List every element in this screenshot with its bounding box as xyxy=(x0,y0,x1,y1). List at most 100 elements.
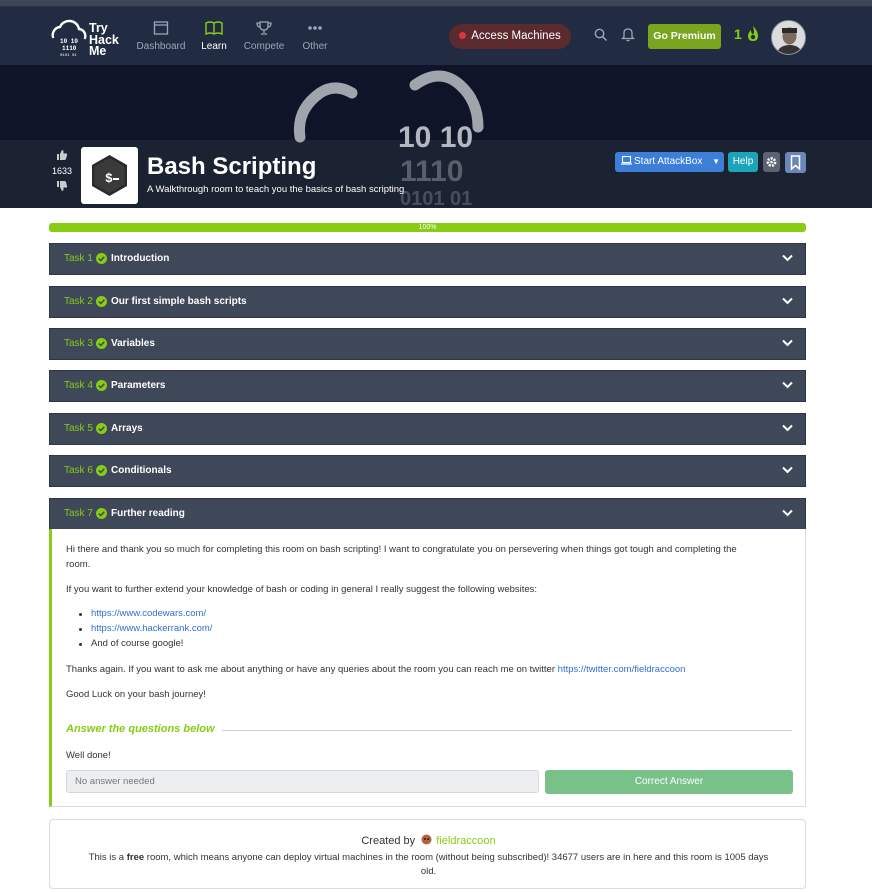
more-icon xyxy=(308,26,322,30)
list-item-google: And of course google! xyxy=(91,638,184,649)
chevron-down-icon[interactable] xyxy=(782,381,793,389)
banner-digits-2: 1110 xyxy=(400,155,463,188)
list-bullet xyxy=(79,613,82,616)
nav-compete[interactable]: Compete xyxy=(243,19,285,52)
task-title: Our first simple bash scripts xyxy=(111,296,247,307)
list-item-codewars: https://www.codewars.com/ xyxy=(91,608,206,619)
task-header-5[interactable]: Task 5 Arrays xyxy=(49,413,806,445)
settings-button[interactable] xyxy=(763,152,780,172)
start-attackbox-button[interactable]: Start AttackBox ▼ xyxy=(615,152,724,172)
logo-word-me: Me xyxy=(89,44,107,58)
task-header-4[interactable]: Task 4 Parameters xyxy=(49,370,806,402)
avatar-icon xyxy=(772,21,805,54)
svg-text:$: $ xyxy=(105,171,113,186)
user-avatar[interactable] xyxy=(771,20,806,55)
book-icon xyxy=(205,21,223,36)
task-header-6[interactable]: Task 6 Conditionals xyxy=(49,455,806,487)
task-7-paragraph-3: Thanks again. If you want to ask me abou… xyxy=(66,662,685,677)
paragraph-1-line-2: room. xyxy=(66,559,91,570)
task-header-1[interactable]: Task 1 Introduction xyxy=(49,243,806,275)
room-progress-bar: 100% xyxy=(49,223,806,232)
codewars-link[interactable]: https://www.codewars.com/ xyxy=(91,608,206,619)
go-premium-button[interactable]: Go Premium xyxy=(648,24,721,49)
check-circle-icon xyxy=(96,465,107,476)
chevron-down-icon[interactable] xyxy=(782,509,793,517)
chevron-down-icon[interactable] xyxy=(782,466,793,474)
room-banner: 10 10 1110 0101 01 1633 $ Bash Scripting… xyxy=(0,65,872,208)
free-info-post: room, which means anyone can deploy virt… xyxy=(144,852,769,863)
task-number: Task 6 xyxy=(64,465,93,476)
task-title: Further reading xyxy=(111,508,185,519)
room-icon: $ xyxy=(81,147,138,204)
bookmark-icon xyxy=(790,155,801,171)
check-circle-icon xyxy=(96,508,107,519)
author-link[interactable]: fieldraccoon xyxy=(436,835,495,847)
twitter-link[interactable]: https://twitter.com/fieldraccoon xyxy=(558,664,686,675)
room-info-card: Created by fieldraccoon This is a free r… xyxy=(49,819,806,889)
thumbs-up-icon[interactable] xyxy=(56,149,68,161)
task-number: Task 7 xyxy=(64,508,93,519)
logo-digits-2: 1110 xyxy=(62,45,77,52)
chevron-down-icon[interactable] xyxy=(782,424,793,432)
progress-fill: 100% xyxy=(49,223,806,232)
task-header-7[interactable]: Task 7 Further reading xyxy=(49,498,806,530)
task-title: Introduction xyxy=(111,253,170,264)
banner-digits-1: 10 10 xyxy=(398,121,473,154)
vote-panel: 1633 xyxy=(52,149,72,194)
top-navbar: 10 10 1110 0101 01 Try Hack Me Dashboard… xyxy=(0,7,872,65)
dashboard-icon xyxy=(153,21,169,35)
access-machines-label: Access Machines xyxy=(471,30,561,42)
room-title: Bash Scripting xyxy=(147,153,317,180)
nav-other-label: Other xyxy=(302,41,328,52)
logo-digits-1: 10 10 xyxy=(60,38,78,45)
chevron-down-icon[interactable] xyxy=(782,339,793,347)
task-header-2[interactable]: Task 2 Our first simple bash scripts xyxy=(49,286,806,318)
task-header-3[interactable]: Task 3 Variables xyxy=(49,328,806,360)
help-button[interactable]: Help xyxy=(728,152,758,172)
divider xyxy=(222,730,792,731)
bookmark-button[interactable] xyxy=(785,152,806,173)
task-number: Task 5 xyxy=(64,423,93,434)
logo-digits-3: 0101 01 xyxy=(60,54,77,58)
room-free-info: This is a free room, which means anyone … xyxy=(65,851,792,879)
nav-other[interactable]: Other xyxy=(300,19,330,52)
list-bullet xyxy=(79,643,82,646)
thumbs-down-icon[interactable] xyxy=(56,180,68,192)
tryhackme-logo[interactable]: 10 10 1110 0101 01 Try Hack Me xyxy=(47,15,127,61)
caret-down-icon[interactable]: ▼ xyxy=(712,152,720,172)
task-title: Conditionals xyxy=(111,465,172,476)
logo-wordmark: Try Hack Me xyxy=(89,22,119,58)
task-number: Task 1 xyxy=(64,253,93,264)
chevron-down-icon[interactable] xyxy=(782,254,793,262)
list-bullet xyxy=(79,628,82,631)
start-attackbox-label: Start AttackBox xyxy=(634,156,703,167)
nav-compete-label: Compete xyxy=(243,41,285,52)
check-circle-icon xyxy=(96,296,107,307)
search-icon[interactable] xyxy=(594,28,608,42)
correct-answer-button[interactable]: Correct Answer xyxy=(545,770,793,794)
task-7-content: Hi there and thank you so much for compl… xyxy=(49,529,806,807)
gear-icon xyxy=(766,157,777,167)
author-avatar-icon xyxy=(421,834,432,845)
room-subtitle: A Walkthrough room to teach you the basi… xyxy=(147,184,405,195)
task-number: Task 3 xyxy=(64,338,93,349)
created-by-label: Created by xyxy=(361,835,416,847)
list-item-hackerrank: https://www.hackerrank.com/ xyxy=(91,623,212,634)
bash-icon: $ xyxy=(92,155,127,196)
task-number: Task 4 xyxy=(64,380,93,391)
access-machines-button[interactable]: Access Machines xyxy=(449,24,571,49)
paragraph-3-text: Thanks again. If you want to ask me abou… xyxy=(66,664,558,675)
free-info-pre: This is a xyxy=(88,852,127,863)
task-7-paragraph-4: Good Luck on your bash journey! xyxy=(66,689,206,700)
task-7-paragraph-2: If you want to further extend your knowl… xyxy=(66,584,538,595)
window-top-strip xyxy=(0,0,872,7)
vote-count: 1633 xyxy=(52,166,73,176)
status-dot-icon xyxy=(459,32,467,39)
answer-input[interactable]: No answer needed xyxy=(66,770,539,793)
bell-icon[interactable] xyxy=(621,27,635,42)
chevron-down-icon[interactable] xyxy=(782,297,793,305)
nav-learn[interactable]: Learn xyxy=(200,19,228,52)
nav-dashboard[interactable]: Dashboard xyxy=(136,19,186,52)
paragraph-1-line-1: Hi there and thank you so much for compl… xyxy=(66,544,737,555)
hackerrank-link[interactable]: https://www.hackerrank.com/ xyxy=(91,623,212,634)
